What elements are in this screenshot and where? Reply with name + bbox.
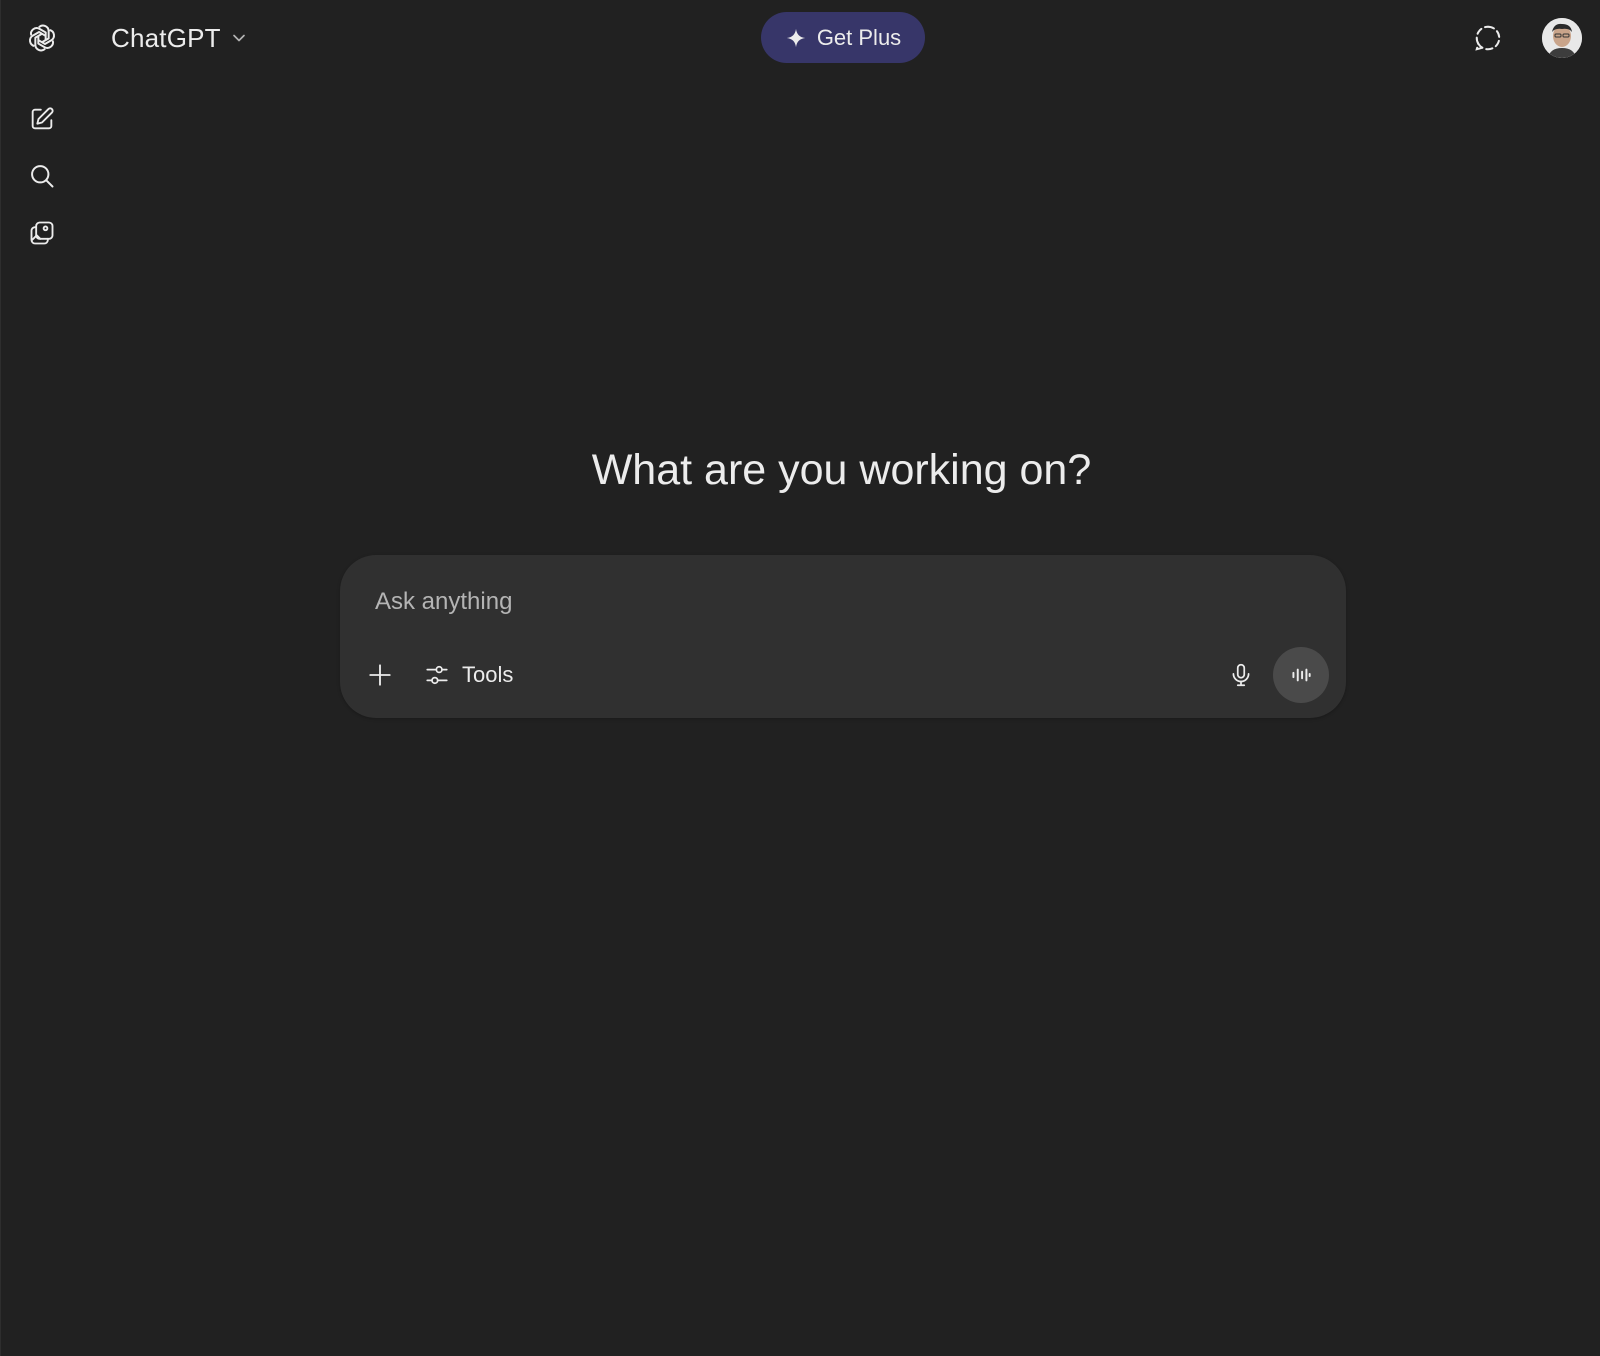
dictate-button[interactable] [1220, 654, 1262, 696]
voice-waveform-icon [1292, 668, 1311, 682]
app-window: ChatGPT Get Plus What are you working on… [0, 0, 1600, 1356]
avatar-image [1542, 18, 1582, 58]
chevron-down-icon [232, 34, 245, 42]
get-plus-button[interactable]: Get Plus [761, 12, 925, 63]
add-attachment-button[interactable] [360, 655, 400, 695]
model-switcher[interactable]: ChatGPT [111, 18, 249, 58]
temporary-chat-icon [1475, 25, 1501, 51]
tools-button[interactable]: Tools [424, 655, 513, 695]
openai-logo-button[interactable] [23, 19, 61, 57]
main-area: What are you working on? [83, 446, 1600, 495]
tools-label: Tools [462, 662, 514, 687]
microphone-icon [1232, 663, 1250, 687]
openai-logo-icon [29, 24, 55, 52]
sliders-icon [426, 665, 448, 685]
voice-mode-button[interactable] [1273, 647, 1329, 703]
sparkle-icon [786, 28, 805, 47]
library-button[interactable] [23, 214, 61, 252]
page-title: What are you working on? [591, 446, 1092, 494]
sidebar-rail [1, 0, 83, 1356]
plus-icon [369, 664, 391, 686]
library-icon [30, 221, 54, 245]
prompt-input[interactable] [373, 583, 1277, 621]
prompt-composer: Tools [340, 555, 1346, 718]
model-name: ChatGPT [111, 22, 221, 53]
get-plus-label: Get Plus [816, 24, 902, 50]
search-icon [31, 165, 54, 188]
new-chat-icon [31, 107, 54, 130]
avatar[interactable] [1542, 18, 1582, 58]
temporary-chat-button[interactable] [1469, 19, 1507, 57]
new-chat-button[interactable] [23, 100, 61, 138]
search-chats-button[interactable] [23, 157, 61, 195]
